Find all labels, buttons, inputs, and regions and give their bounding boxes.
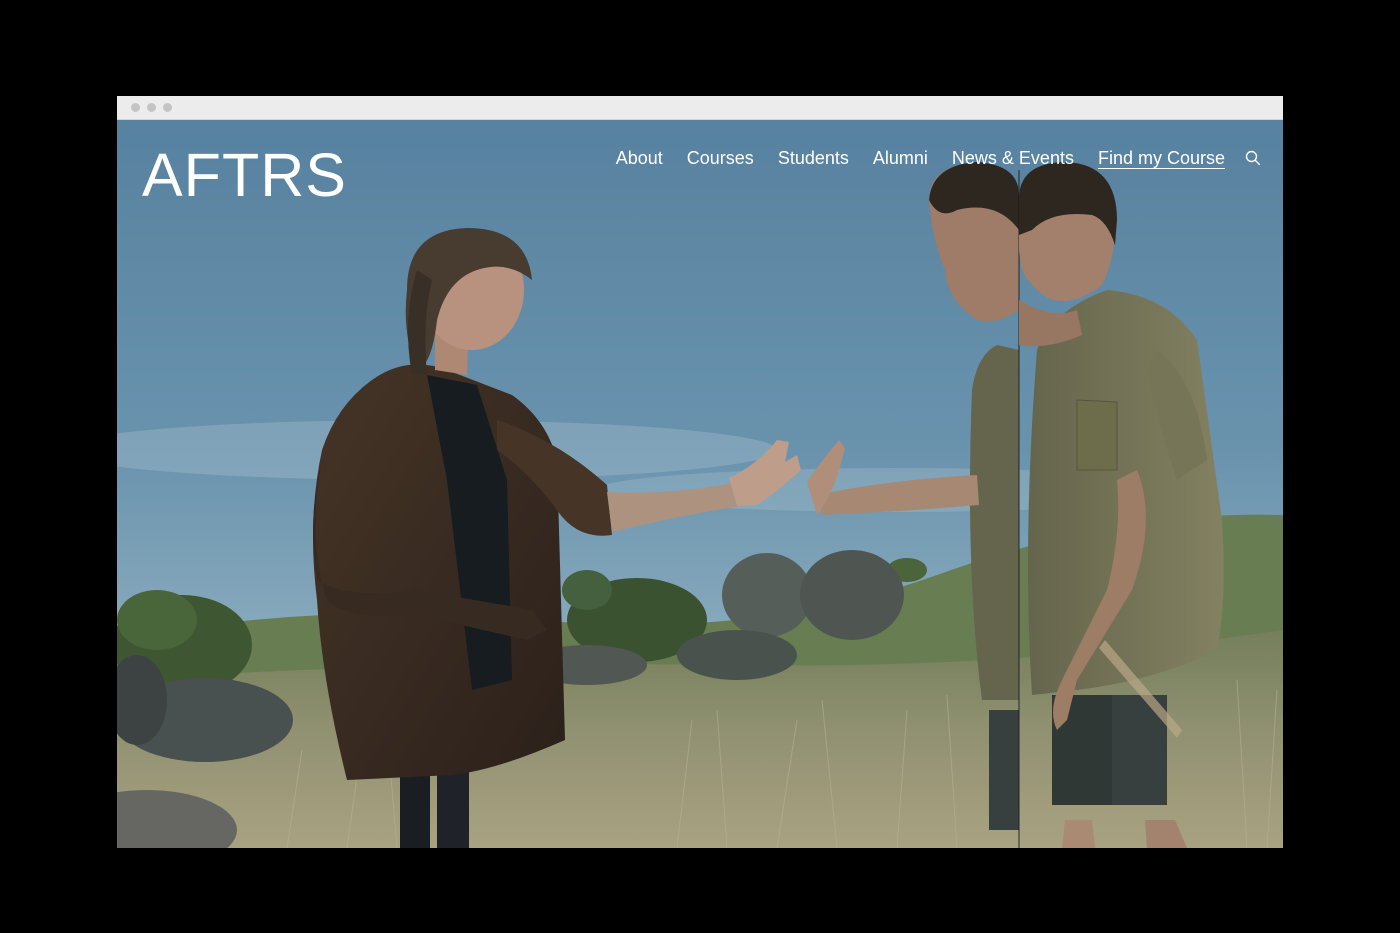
window-dot-minimize[interactable] xyxy=(147,103,156,112)
hero-image xyxy=(117,120,1283,848)
main-nav: About Courses Students Alumni News & Eve… xyxy=(616,146,1283,170)
window-dot-maximize[interactable] xyxy=(163,103,172,112)
nav-item-about[interactable]: About xyxy=(616,148,663,169)
nav-item-courses[interactable]: Courses xyxy=(687,148,754,169)
browser-chrome-bar xyxy=(117,96,1283,120)
aftrs-logo[interactable]: AFTRS xyxy=(142,142,347,208)
search-icon[interactable] xyxy=(1245,150,1261,166)
nav-item-students[interactable]: Students xyxy=(778,148,849,169)
page-viewport: AFTRS About Courses Students Alumni News… xyxy=(117,120,1283,848)
window-dot-close[interactable] xyxy=(131,103,140,112)
browser-window: AFTRS About Courses Students Alumni News… xyxy=(117,96,1283,848)
nav-item-find-my-course[interactable]: Find my Course xyxy=(1098,148,1225,169)
nav-item-news-events[interactable]: News & Events xyxy=(952,148,1074,169)
nav-item-alumni[interactable]: Alumni xyxy=(873,148,928,169)
